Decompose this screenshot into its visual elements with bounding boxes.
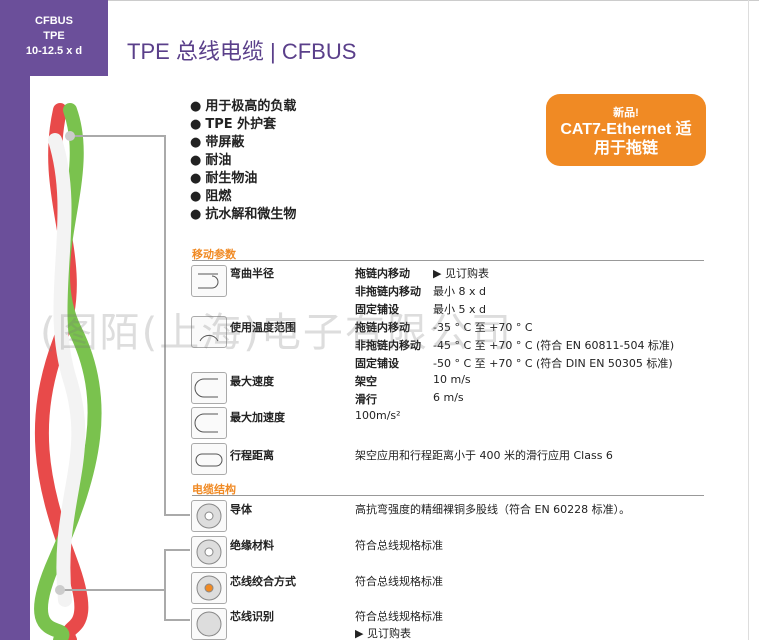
- core-identification-icon: [191, 608, 227, 640]
- bend-key: 非拖链内移动: [355, 285, 421, 298]
- feature-item: 抗水解和微生物: [190, 206, 296, 224]
- structure-label: 芯线识别: [230, 610, 274, 623]
- bend-value: 最小 8 x d: [433, 285, 486, 298]
- right-rule: [748, 0, 749, 640]
- order-table-link[interactable]: ▶ 见订购表: [355, 625, 411, 641]
- acceleration-icon: [191, 407, 227, 439]
- speed-key: 架空: [355, 375, 377, 388]
- structure-value: 符合总线规格标准: [355, 610, 443, 623]
- callout-line2: 用于拖链: [593, 140, 658, 157]
- speed-value: 10 m/s: [433, 373, 471, 386]
- travel-label: 行程距离: [230, 449, 274, 462]
- speed-icon: [191, 372, 227, 404]
- new-product-callout: 新品! CAT7-Ethernet 适 用于拖链: [546, 94, 706, 166]
- bend-radius-icon: [191, 265, 227, 297]
- feature-list: 用于极高的负载 TPE 外护套 带屏蔽 耐油 耐生物油 阻燃 抗水解和微生物: [190, 98, 296, 224]
- structure-value: 符合总线规格标准: [355, 539, 443, 552]
- travel-value: 架空应用和行程距离小于 400 米的滑行应用 Class 6: [355, 449, 613, 462]
- insulation-icon: [191, 536, 227, 568]
- feature-item: TPE 外护套: [190, 116, 296, 134]
- structure-rule: [192, 495, 704, 496]
- structure-label: 绝缘材料: [230, 539, 274, 552]
- accel-value: 100m/s²: [355, 409, 401, 422]
- watermark-text: (图陌(上海)电子有限公司: [40, 310, 513, 356]
- motion-rule: [192, 260, 704, 261]
- stranding-icon: [191, 572, 227, 604]
- bend-key: 拖链内移动: [355, 267, 410, 280]
- speed-label: 最大速度: [230, 375, 274, 388]
- feature-item: 耐油: [190, 152, 296, 170]
- structure-value: 符合总线规格标准: [355, 575, 443, 588]
- top-rule: [108, 0, 759, 1]
- structure-label: 导体: [230, 503, 252, 516]
- feature-item: 带屏蔽: [190, 134, 296, 152]
- speed-key: 滑行: [355, 393, 377, 406]
- feature-item: 阻燃: [190, 188, 296, 206]
- bend-value: ▶ 见订购表: [433, 267, 489, 280]
- structure-value: 高抗弯强度的精细裸铜多股线（符合 EN 60228 标准）。: [355, 503, 631, 516]
- new-label: 新品!: [613, 107, 639, 119]
- feature-item: 用于极高的负载: [190, 98, 296, 116]
- callout-line1: CAT7-Ethernet 适: [560, 121, 692, 138]
- accel-label: 最大加速度: [230, 411, 285, 424]
- bend-label: 弯曲半径: [230, 267, 274, 280]
- speed-value: 6 m/s: [433, 391, 464, 404]
- conductor-icon: [191, 500, 227, 532]
- feature-item: 耐生物油: [190, 170, 296, 188]
- structure-label: 芯线绞合方式: [230, 575, 296, 588]
- travel-icon: [191, 443, 227, 475]
